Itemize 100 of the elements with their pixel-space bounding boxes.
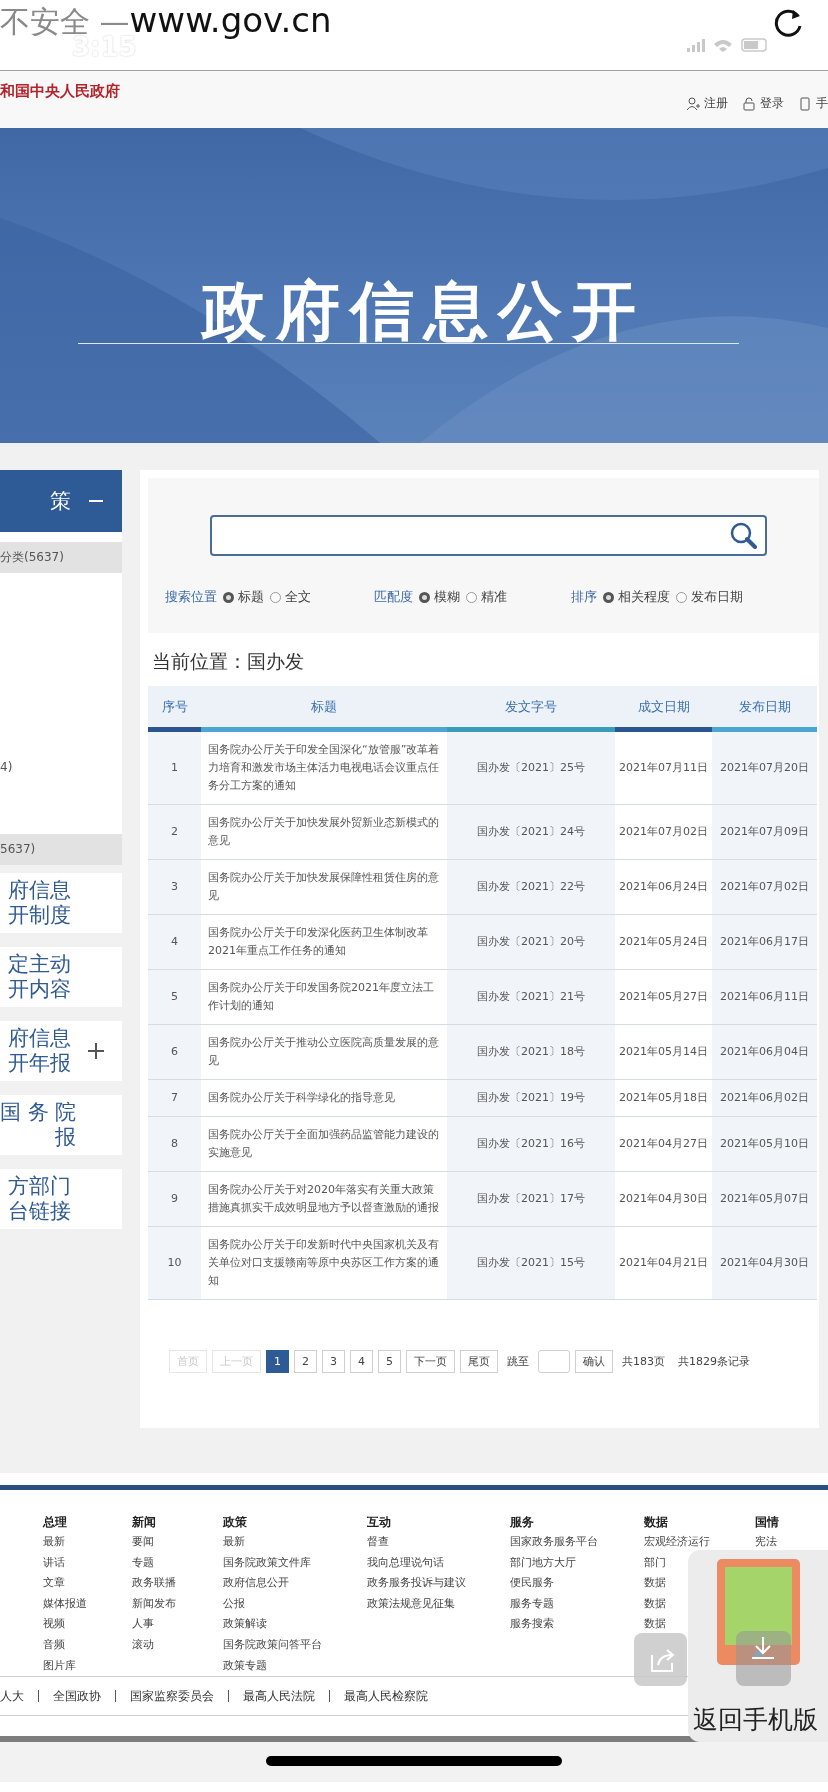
table-cell: 2021年06月04日: [712, 1025, 817, 1079]
sidebar-card[interactable]: 国 务 院 报: [0, 1095, 122, 1155]
footer-heading[interactable]: 总理: [43, 1512, 67, 1532]
radio-option[interactable]: 全文: [270, 588, 311, 606]
footer-link[interactable]: 全国政协: [38, 1690, 115, 1702]
footer-link[interactable]: 政策法规意见征集: [367, 1593, 455, 1615]
footer-link[interactable]: 专题: [132, 1552, 154, 1574]
page-button[interactable]: 4: [350, 1350, 373, 1373]
radio-option[interactable]: 发布日期: [676, 588, 743, 606]
footer-link[interactable]: 国务院政策文件库: [223, 1552, 311, 1574]
total-pages: 共183页: [622, 1354, 665, 1369]
footer-link[interactable]: 国务院政策问答平台: [223, 1634, 322, 1656]
page-button[interactable]: 尾页: [460, 1350, 498, 1373]
footer-link[interactable]: 部门地方大厅: [510, 1552, 576, 1574]
footer-link[interactable]: 最高人民法院: [228, 1690, 329, 1702]
column-header[interactable]: 发布日期: [712, 686, 817, 727]
footer-link[interactable]: 督查: [367, 1532, 389, 1553]
table-cell: 2021年04月30日: [712, 1227, 817, 1299]
footer-link[interactable]: 政策专题: [223, 1655, 267, 1677]
footer-link[interactable]: 文章: [43, 1573, 65, 1594]
footer-link[interactable]: 最高人民检察院: [329, 1690, 442, 1702]
column-header[interactable]: 标题: [201, 686, 447, 727]
footer-link[interactable]: 政务服务投诉与建议: [367, 1573, 466, 1594]
page-button[interactable]: 3: [322, 1350, 345, 1373]
table-cell: 国办发〔2021〕25号: [447, 732, 615, 804]
footer-link[interactable]: 视频: [43, 1614, 65, 1635]
footer-link[interactable]: 便民服务: [510, 1573, 554, 1594]
confirm-button[interactable]: 确认: [575, 1350, 613, 1373]
mobile-widget[interactable]: 返回手机版: [688, 1550, 828, 1742]
footer-link[interactable]: 政府信息公开: [223, 1573, 289, 1594]
footer-link[interactable]: 人事: [132, 1614, 154, 1635]
sidebar-item[interactable]: 4): [0, 752, 122, 783]
search-icon[interactable]: [730, 522, 757, 549]
footer-heading[interactable]: 服务: [510, 1512, 534, 1532]
header-link[interactable]: 登录: [742, 95, 784, 112]
site-title[interactable]: 和国中央人民政府: [0, 82, 120, 101]
page-button[interactable]: 下一页: [406, 1350, 455, 1373]
signal-icon: [687, 38, 705, 52]
footer-link[interactable]: 政策解读: [223, 1614, 267, 1635]
sidebar-header[interactable]: 策: [0, 470, 122, 532]
table-cell: 国办发〔2021〕21号: [447, 970, 615, 1024]
footer-link[interactable]: 服务专题: [510, 1593, 554, 1615]
column-header[interactable]: 成文日期: [615, 686, 712, 727]
radio-option[interactable]: 相关程度: [603, 588, 670, 606]
phone-icon: [798, 96, 813, 111]
radio-option[interactable]: 精准: [466, 588, 507, 606]
table-cell: 4: [148, 915, 201, 969]
radio-option[interactable]: 标题: [223, 588, 264, 606]
plus-icon[interactable]: [88, 1043, 104, 1059]
jump-label: 跳至: [507, 1354, 529, 1369]
footer-heading[interactable]: 新闻: [132, 1512, 156, 1532]
footer-link[interactable]: 国家监察委员会: [115, 1690, 228, 1702]
table-cell: 国办发〔2021〕17号: [447, 1172, 615, 1226]
footer-link[interactable]: 图片库: [43, 1655, 76, 1677]
footer-link[interactable]: 数据: [644, 1573, 666, 1594]
sidebar-card[interactable]: 府信息 开制度: [0, 873, 122, 933]
footer-heading[interactable]: 数据: [644, 1512, 668, 1532]
page-input[interactable]: [538, 1350, 570, 1373]
table-cell: 10: [148, 1227, 201, 1299]
footer-link[interactable]: 人大: [0, 1690, 38, 1702]
search-field[interactable]: [210, 515, 767, 556]
sidebar-item[interactable]: 分类(5637): [0, 542, 122, 573]
sidebar-card[interactable]: 府信息 开年报: [0, 1021, 122, 1081]
radio-option[interactable]: 模糊: [419, 588, 460, 606]
column-header[interactable]: 发文字号: [447, 686, 615, 727]
footer-link[interactable]: 媒体报道: [43, 1593, 87, 1615]
page-button[interactable]: 1: [266, 1350, 289, 1373]
footer-link[interactable]: 宪法: [755, 1532, 777, 1553]
footer-link[interactable]: 服务搜索: [510, 1614, 554, 1635]
footer-link[interactable]: 最新: [43, 1532, 65, 1553]
page-button[interactable]: 5: [378, 1350, 401, 1373]
footer-link[interactable]: 数据: [644, 1614, 666, 1635]
table-cell: 3: [148, 860, 201, 914]
footer-link[interactable]: 我向总理说句话: [367, 1552, 444, 1574]
download-button[interactable]: [736, 1631, 791, 1686]
footer-link[interactable]: 政务联播: [132, 1573, 176, 1594]
footer-link[interactable]: 宏观经济运行: [644, 1532, 710, 1553]
column-header[interactable]: 序号: [148, 686, 201, 727]
footer-link[interactable]: 讲话: [43, 1552, 65, 1574]
footer-link[interactable]: 滚动: [132, 1634, 154, 1656]
footer-link[interactable]: 部门: [644, 1552, 666, 1574]
header-link[interactable]: 注册: [686, 95, 728, 112]
table-cell: 6: [148, 1025, 201, 1079]
sidebar-card[interactable]: 方部门 台链接: [0, 1169, 122, 1229]
sidebar-item[interactable]: 5637): [0, 834, 122, 865]
header-link[interactable]: 手: [798, 95, 828, 112]
sidebar-card[interactable]: 定主动 开内容: [0, 947, 122, 1007]
footer-link[interactable]: 要闻: [132, 1532, 154, 1553]
lock-icon: [742, 96, 757, 111]
footer-link[interactable]: 国家政务服务平台: [510, 1532, 598, 1553]
footer-link[interactable]: 数据: [644, 1593, 666, 1615]
footer-link[interactable]: 音频: [43, 1634, 65, 1656]
option-label: 搜索位置: [165, 588, 217, 606]
footer-link[interactable]: 最新: [223, 1532, 245, 1553]
footer-link[interactable]: 公报: [223, 1593, 245, 1615]
footer-heading[interactable]: 政策: [223, 1512, 247, 1532]
footer-heading[interactable]: 国情: [755, 1512, 779, 1532]
footer-heading[interactable]: 互动: [367, 1512, 391, 1532]
footer-link[interactable]: 新闻发布: [132, 1593, 176, 1615]
page-button[interactable]: 2: [294, 1350, 317, 1373]
